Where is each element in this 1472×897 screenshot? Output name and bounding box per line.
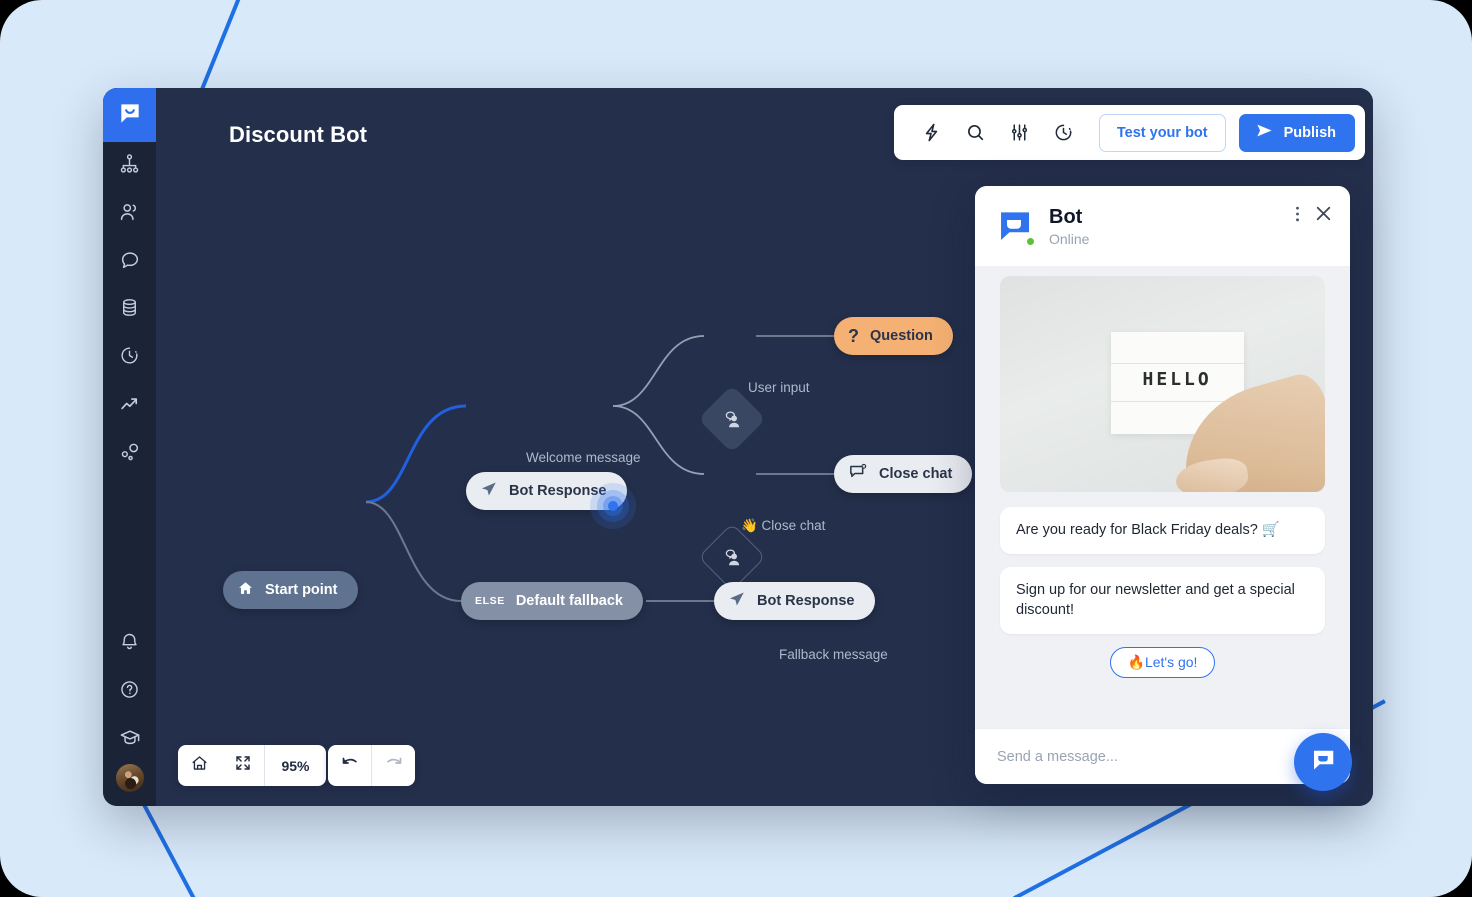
online-status-dot <box>1025 236 1036 247</box>
chat-avatar <box>993 205 1035 247</box>
canvas-zoom-controls: 95% <box>178 745 326 786</box>
quick-reply-button[interactable]: 🔥Let's go! <box>1110 647 1216 678</box>
chat-message-bubble: Sign up for our newsletter and get a spe… <box>1000 567 1325 634</box>
chat-header-actions <box>1295 203 1334 229</box>
sidebar-item-integrations[interactable] <box>103 430 156 478</box>
flow-node-label: Default fallback <box>516 593 623 609</box>
flow-node-bot-response-fallback[interactable]: Bot Response <box>714 582 875 620</box>
flow-node-label: Bot Response <box>757 593 855 609</box>
sidebar-item-conversations[interactable] <box>103 238 156 286</box>
nodes-icon <box>119 441 141 468</box>
sidebar-item-notifications[interactable] <box>103 620 156 668</box>
close-chat-icon <box>848 462 868 486</box>
trending-up-icon <box>119 393 141 420</box>
chat-bot-name: Bot <box>1049 206 1089 229</box>
chat-bot-status: Online <box>1049 231 1089 247</box>
question-mark-icon: ? <box>848 327 859 345</box>
chat-header: Bot Online <box>975 186 1350 266</box>
hello-sign-photo: HELLO <box>1000 276 1325 492</box>
graduation-cap-icon <box>119 727 141 754</box>
flow-node-question[interactable]: ? Question <box>834 317 953 355</box>
flow-connector-hub[interactable] <box>590 483 636 529</box>
undo-icon <box>340 753 360 778</box>
hello-text: HELLO <box>1111 369 1244 390</box>
sidebar-item-data[interactable] <box>103 286 156 334</box>
fit-screen-icon <box>234 754 252 777</box>
chat-message-input[interactable] <box>997 749 1308 765</box>
user-avatar[interactable] <box>116 764 144 792</box>
clock-history-icon <box>119 345 140 371</box>
user-input-icon <box>720 407 744 431</box>
chat-launcher-button[interactable] <box>1294 733 1352 791</box>
send-plane-icon <box>480 480 498 502</box>
chat-message-list[interactable]: HELLO Are you ready for Black Friday dea… <box>975 266 1350 728</box>
palm-shape <box>1173 455 1249 492</box>
zoom-level-value[interactable]: 95% <box>265 745 326 786</box>
branch-label-close-chat: 👋 Close chat <box>741 518 825 534</box>
database-icon <box>119 297 140 323</box>
sidebar-item-flows[interactable] <box>103 142 156 190</box>
fit-to-screen-button[interactable] <box>221 745 264 786</box>
reset-view-button[interactable] <box>178 745 221 786</box>
canvas-history-controls <box>328 745 415 786</box>
chat-message-bubble: Are you ready for Black Friday deals? 🛒 <box>1000 507 1325 554</box>
node-caption-welcome-message: Welcome message <box>526 450 641 465</box>
home-icon <box>190 754 209 778</box>
chat-bubble-icon <box>1308 745 1338 780</box>
sidebar-item-help[interactable] <box>103 668 156 716</box>
users-icon <box>119 201 141 228</box>
sidebar <box>103 88 156 806</box>
sidebar-logo[interactable] <box>103 88 156 142</box>
flow-node-label: Close chat <box>879 466 952 482</box>
page-root: Discount Bot <box>0 0 1472 897</box>
flow-node-label: Question <box>870 328 933 344</box>
connector-dot <box>608 501 618 511</box>
user-input-icon <box>720 545 744 569</box>
flow-node-close-chat[interactable]: Close chat <box>834 455 972 493</box>
question-circle-icon <box>119 679 140 705</box>
more-vertical-icon[interactable] <box>1295 204 1300 229</box>
chat-bubble-icon <box>119 249 141 276</box>
undo-button[interactable] <box>328 745 371 786</box>
chat-widget-preview: Bot Online <box>975 186 1350 784</box>
branch-label-user-input: User input <box>748 380 810 395</box>
node-caption-fallback-message: Fallback message <box>779 647 888 662</box>
flow-node-default-fallback[interactable]: ELSE Default fallback <box>461 582 643 620</box>
redo-icon <box>384 753 404 778</box>
flow-node-label: Start point <box>265 582 338 598</box>
flow-node-start-point[interactable]: Start point <box>223 571 358 609</box>
bell-icon <box>119 631 140 657</box>
hierarchy-icon <box>119 153 140 179</box>
sidebar-item-users[interactable] <box>103 190 156 238</box>
home-icon <box>237 580 254 601</box>
redo-button[interactable] <box>372 745 415 786</box>
sidebar-item-history[interactable] <box>103 334 156 382</box>
close-icon[interactable] <box>1313 203 1334 229</box>
chatbot-logo-icon <box>117 100 143 131</box>
quick-reply-row: 🔥Let's go! <box>1000 647 1325 678</box>
else-tag: ELSE <box>475 595 505 607</box>
chat-identity: Bot Online <box>1049 206 1089 247</box>
sidebar-item-academy[interactable] <box>103 716 156 764</box>
sidebar-item-analytics[interactable] <box>103 382 156 430</box>
send-plane-icon <box>728 590 746 612</box>
